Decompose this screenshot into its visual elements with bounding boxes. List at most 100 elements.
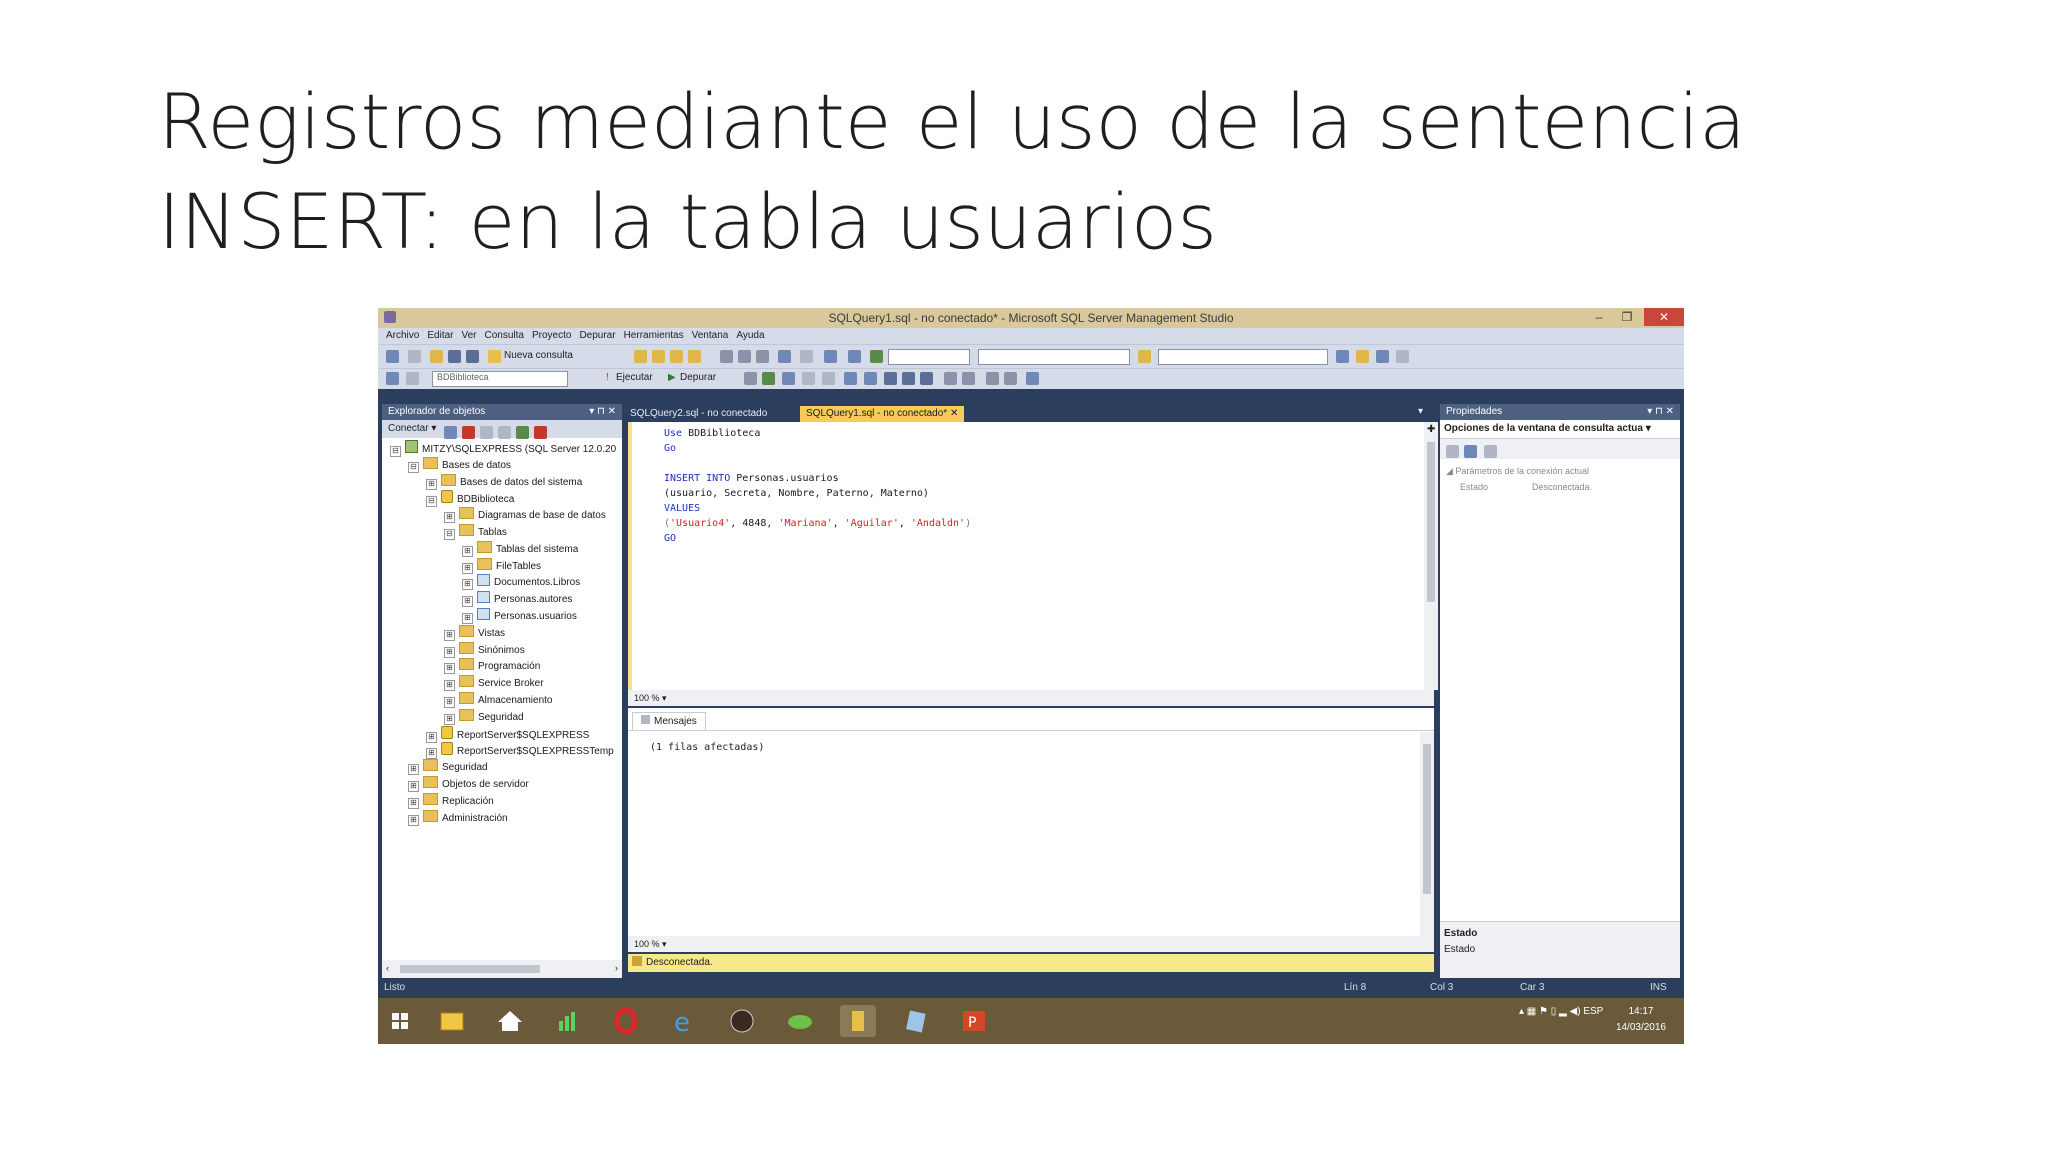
results-scrollbar-thumb[interactable] [1423, 744, 1431, 894]
tree-node[interactable]: ⊞ Almacenamiento [444, 692, 552, 708]
menu-item-1[interactable]: Editar [427, 328, 453, 344]
query-options-icon[interactable] [802, 372, 815, 385]
uncomment-icon[interactable] [962, 372, 975, 385]
notes-app-taskbar-icon[interactable] [898, 1005, 934, 1037]
chevron-down-icon[interactable]: ▾ [1643, 423, 1651, 434]
connect-button[interactable]: Conectar [388, 423, 429, 434]
connect-icon[interactable] [386, 372, 399, 385]
green-app-taskbar-icon[interactable] [782, 1005, 818, 1037]
menu-item-8[interactable]: Ayuda [736, 328, 764, 344]
database-dropdown[interactable]: BDBiblioteca [432, 371, 568, 387]
indent-icon[interactable] [986, 372, 999, 385]
menu-item-5[interactable]: Depurar [579, 328, 615, 344]
alphabetical-icon[interactable] [1464, 445, 1477, 458]
new-query-icon[interactable] [488, 350, 501, 363]
categorized-icon[interactable] [1446, 445, 1459, 458]
tree-node[interactable]: ⊞ Administración [408, 809, 508, 826]
tree-node[interactable]: ⊞ Programación [444, 658, 540, 675]
expand-toggle-icon[interactable]: ⊟ [426, 496, 437, 508]
execute-button[interactable]: Ejecutar [616, 372, 653, 383]
tree-node[interactable]: ⊞ Objetos de servidor [408, 776, 529, 792]
tray-language[interactable]: ESP [1583, 1006, 1603, 1017]
paste-icon[interactable] [756, 350, 769, 363]
new-project-icon[interactable] [386, 350, 399, 363]
debug-button[interactable]: Depurar [680, 372, 716, 383]
expand-toggle-icon[interactable]: ⊞ [462, 579, 473, 591]
tree-node[interactable]: ⊞ Seguridad [444, 708, 524, 725]
editor-scrollbar-thumb[interactable] [1427, 442, 1435, 602]
expand-toggle-icon[interactable]: ⊞ [444, 512, 455, 524]
expand-toggle-icon[interactable]: ⊞ [462, 562, 473, 574]
scroll-left-icon[interactable]: ‹ [386, 963, 389, 973]
media-app-taskbar-icon[interactable] [724, 1005, 760, 1037]
close-button[interactable]: ✕ [1644, 308, 1684, 326]
expand-toggle-icon[interactable]: ⊞ [426, 478, 437, 490]
tree-node[interactable]: ⊞ Service Broker [444, 675, 544, 692]
query-type-icon[interactable] [634, 350, 647, 363]
expand-toggle-icon[interactable]: ⊞ [444, 629, 455, 641]
save-icon[interactable] [448, 350, 461, 363]
tree-node[interactable]: ⊞ ReportServer$SQLEXPRESS [426, 725, 589, 743]
expand-toggle-icon[interactable]: ⊞ [426, 748, 437, 760]
save-all-icon[interactable] [466, 350, 479, 363]
filter-icon[interactable] [498, 426, 511, 439]
tree-node[interactable]: ⊞ FileTables [462, 557, 541, 574]
tree-node[interactable]: ⊞ ReportServer$SQLEXPRESSTemp [426, 742, 614, 760]
cancel-execution-icon[interactable] [744, 372, 757, 385]
search-input[interactable] [1158, 349, 1328, 365]
stop-icon[interactable] [480, 426, 493, 439]
tools-icon[interactable] [1376, 350, 1389, 363]
powerpoint-taskbar-icon[interactable]: P [956, 1005, 992, 1037]
copy-icon[interactable] [738, 350, 751, 363]
tab-mensajes[interactable]: Mensajes [632, 712, 706, 731]
tab-query-1[interactable]: SQLQuery2.sql - no conectado [624, 406, 773, 422]
file-explorer-taskbar-icon[interactable] [434, 1005, 470, 1037]
expand-toggle-icon[interactable]: ⊞ [408, 781, 419, 792]
horizontal-scrollbar[interactable]: ‹ › [382, 960, 622, 978]
solution-config-dropdown[interactable] [888, 349, 970, 365]
include-plan-icon[interactable] [844, 372, 857, 385]
expand-toggle-icon[interactable]: ⊞ [408, 764, 419, 776]
cut-icon[interactable] [720, 350, 733, 363]
collapse-icon[interactable]: ◢ [1446, 466, 1455, 476]
panel-controls[interactable]: ▾ ⊓ ✕ [589, 404, 616, 420]
results-grid-icon[interactable] [902, 372, 915, 385]
redo-icon[interactable] [800, 350, 813, 363]
expand-toggle-icon[interactable]: ⊞ [426, 731, 437, 743]
expand-toggle-icon[interactable]: ⊞ [462, 613, 473, 624]
tree-node[interactable]: ⊞ Documentos.Libros [462, 574, 580, 591]
expand-toggle-icon[interactable]: ⊞ [444, 663, 455, 675]
menu-item-3[interactable]: Consulta [485, 328, 524, 344]
comment-icon[interactable] [944, 372, 957, 385]
minimize-button[interactable]: – [1584, 308, 1614, 326]
restore-button[interactable]: ❐ [1612, 308, 1642, 326]
parse-icon[interactable] [762, 372, 775, 385]
results-vertical-scrollbar[interactable] [1420, 732, 1434, 948]
start-button[interactable] [382, 1005, 418, 1037]
opera-taskbar-icon[interactable] [608, 1005, 644, 1037]
menu-item-2[interactable]: Ver [461, 328, 476, 344]
display-plan-icon[interactable] [782, 372, 795, 385]
results-zoom-level[interactable]: 100 % [634, 939, 660, 949]
expand-toggle-icon[interactable]: ⊟ [408, 461, 419, 473]
panel-controls[interactable]: ▾ ⊓ ✕ [1647, 404, 1674, 420]
start-icon[interactable] [870, 350, 883, 363]
expand-toggle-icon[interactable]: ⊞ [408, 797, 419, 809]
internet-explorer-taskbar-icon[interactable]: e [666, 1005, 702, 1038]
tab-overflow-icon[interactable]: ▾ [1418, 406, 1423, 417]
tree-node[interactable]: ⊞ Seguridad [408, 759, 488, 776]
expand-toggle-icon[interactable]: ⊞ [444, 713, 455, 725]
outdent-icon[interactable] [1004, 372, 1017, 385]
menu-item-4[interactable]: Proyecto [532, 328, 571, 344]
tree-node[interactable]: ⊟ Bases de datos [408, 456, 511, 473]
navigate-icon[interactable] [824, 350, 837, 363]
chart-app-taskbar-icon[interactable] [550, 1005, 586, 1037]
tree-node[interactable]: ⊞ Tablas del sistema [462, 540, 578, 557]
tree-node[interactable]: ⊞ Personas.autores [462, 591, 572, 608]
tray-icons[interactable]: ▴ ▦ ⚑ ▯ ▂ ◀) [1519, 1006, 1583, 1017]
close-tab-icon[interactable]: ✕ [947, 408, 958, 419]
undo-icon[interactable] [778, 350, 791, 363]
activity-monitor-icon[interactable] [534, 426, 547, 439]
scrollbar-thumb[interactable] [400, 965, 540, 973]
chevron-down-icon[interactable]: ▾ [660, 939, 667, 949]
